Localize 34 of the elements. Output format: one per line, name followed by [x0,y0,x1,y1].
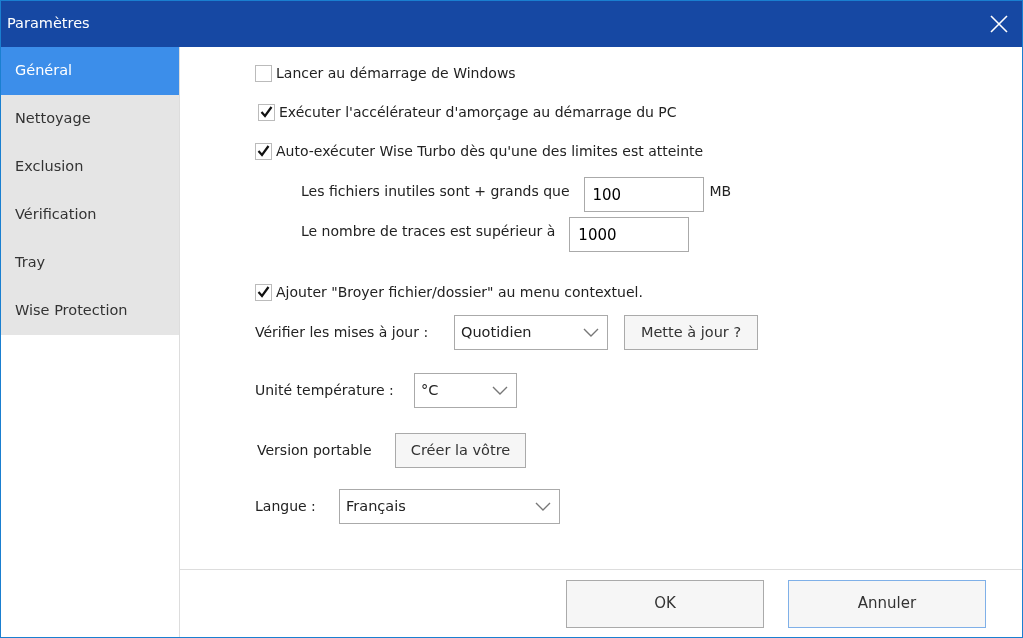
checkbox[interactable] [258,103,275,121]
input-field[interactable]: 100 [583,177,704,212]
sidebar-item[interactable]: Exclusion [1,143,179,191]
field-label: Version portable [257,441,373,460]
checkbox-label: Auto-exécuter Wise Turbo dès qu'une des limites est atteinte [276,141,704,161]
create-button[interactable]: Créer la vôtre [395,433,526,468]
chevron-icon [492,385,508,396]
close-icon [990,15,1008,33]
field-label: Unité température : [255,381,395,400]
unit-label: MB [709,182,732,201]
dialog-button[interactable]: OK [566,579,764,628]
field-label: Langue : [255,497,317,516]
dropdown[interactable]: °C [414,373,517,408]
dropdown[interactable]: Français [339,489,560,524]
sidebar-item[interactable]: Wise Protection [1,287,179,335]
dialog-button[interactable]: Annuler [788,579,986,628]
checkbox-label: Exécuter l'accélérateur d'amorçage au démarrage du PC [279,102,677,122]
checkbox[interactable] [255,142,272,160]
window-title: Paramètres [7,14,90,34]
checkbox[interactable] [255,64,272,82]
field-label: Le nombre de traces est supérieur à [301,222,556,241]
field-label: Les fichiers inutiles sont + grands que [301,182,570,201]
checkbox-label: Ajouter "Broyer fichier/dossier" au menu contextuel. [276,282,643,302]
check-update-button[interactable]: Mette à jour ? [624,315,758,350]
checkbox[interactable] [255,283,272,301]
checkbox-label: Lancer au démarrage de Windows [276,63,516,83]
sidebar-item[interactable]: Vérification [1,191,179,239]
dropdown[interactable]: Quotidien [454,315,608,350]
field-label: Vérifier les mises à jour : [255,323,430,342]
sidebar-item[interactable]: Nettoyage [1,95,179,143]
chevron-icon [535,501,551,512]
chevron-icon [583,327,599,338]
sidebar-item[interactable]: Tray [1,239,179,287]
input-field[interactable]: 1000 [569,217,690,252]
